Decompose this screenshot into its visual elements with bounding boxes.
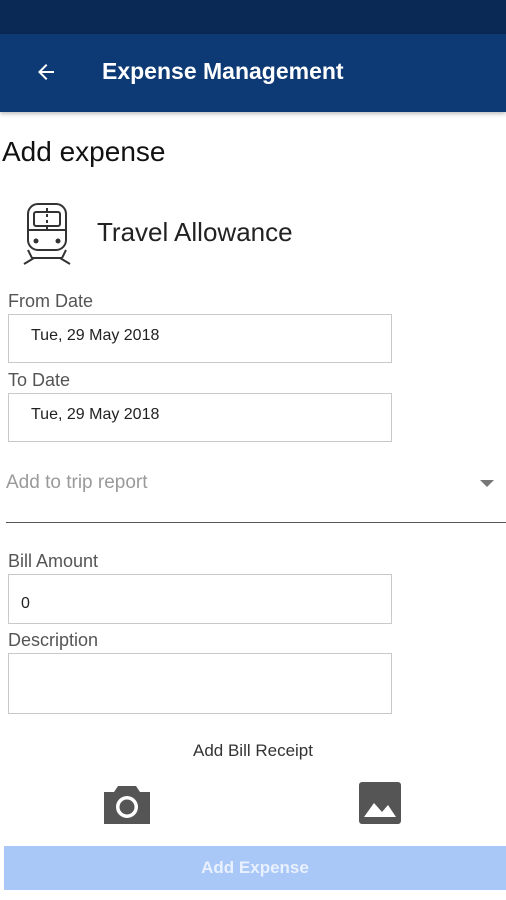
description-field[interactable] xyxy=(8,653,392,714)
trip-report-select[interactable]: Add to trip report xyxy=(6,460,506,523)
receipt-label: Add Bill Receipt xyxy=(192,741,313,760)
app-title: Expense Management xyxy=(102,58,344,84)
bill-amount-value: 0 xyxy=(21,595,30,612)
to-date-field[interactable]: Tue, 29 May 2018 xyxy=(8,393,392,442)
back-button[interactable] xyxy=(30,56,62,88)
arrow-back-icon xyxy=(38,64,54,80)
from-date-value: Tue, 29 May 2018 xyxy=(31,327,160,344)
page-title: Add expense xyxy=(2,136,166,167)
app-bar: Expense Management xyxy=(0,34,506,112)
description-label: Description xyxy=(8,630,99,650)
from-date-label: From Date xyxy=(8,291,94,311)
train-icon xyxy=(23,203,71,265)
trip-report-placeholder: Add to trip report xyxy=(6,472,148,493)
add-expense-button[interactable]: Add Expense xyxy=(4,846,506,890)
image-gallery-icon[interactable] xyxy=(358,781,402,825)
to-date-value: Tue, 29 May 2018 xyxy=(31,406,160,423)
camera-icon[interactable] xyxy=(102,782,152,826)
expense-category: Travel Allowance xyxy=(97,217,293,247)
chevron-down-icon xyxy=(480,480,494,487)
from-date-field[interactable]: Tue, 29 May 2018 xyxy=(8,314,392,363)
bill-amount-label: Bill Amount xyxy=(8,551,99,571)
status-bar xyxy=(0,0,506,34)
bill-amount-field[interactable]: 0 xyxy=(8,574,392,624)
to-date-label: To Date xyxy=(8,370,71,390)
